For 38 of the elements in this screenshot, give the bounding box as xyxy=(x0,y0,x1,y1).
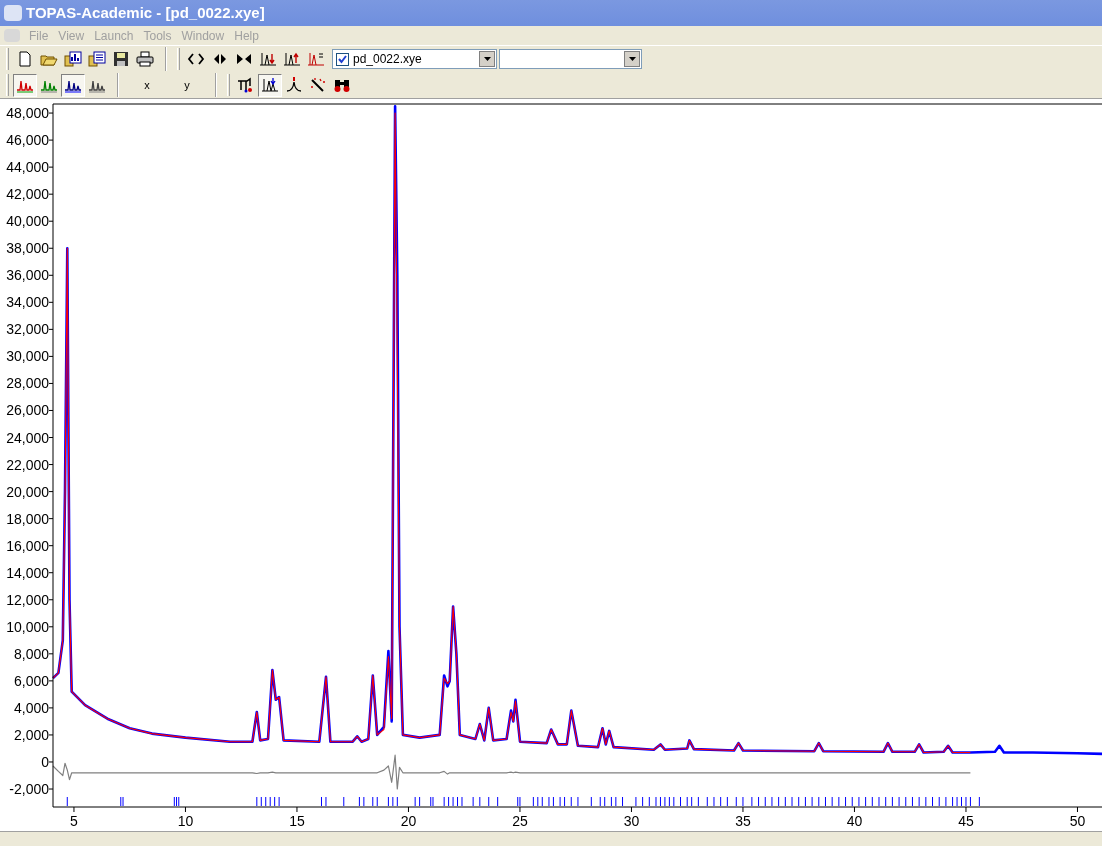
x-tick-label: 20 xyxy=(400,813,417,829)
x-tick-label: 15 xyxy=(289,813,305,829)
y-tick-label: 4,000 xyxy=(13,699,49,716)
y-tick-label: 44,000 xyxy=(6,159,49,176)
y-tick-label: 36,000 xyxy=(6,267,49,284)
y-tick-label: 38,000 xyxy=(6,240,49,257)
file-name: pd_0022.xye xyxy=(353,51,423,68)
y-tick-label: 0 xyxy=(41,754,49,770)
y-tick-label: 26,000 xyxy=(6,402,49,419)
y-tick-label: 30,000 xyxy=(6,348,49,365)
y-tick-label: 42,000 xyxy=(6,186,49,203)
y-tick-label: 2,000 xyxy=(13,726,49,743)
x-tick-label: 30 xyxy=(623,813,640,829)
y-tick-label: 32,000 xyxy=(6,321,49,338)
x-tick-label: 40 xyxy=(846,813,863,829)
x-tick-label: 25 xyxy=(512,813,528,829)
y-tick-label: 10,000 xyxy=(6,618,49,635)
y-tick-label: 24,000 xyxy=(6,429,49,446)
y-tick-label: 46,000 xyxy=(6,132,49,149)
y-tick-label: 18,000 xyxy=(6,510,49,527)
x-tick-label: 45 xyxy=(958,813,974,829)
y-tick-label: 20,000 xyxy=(6,483,49,500)
y-tick-label: 28,000 xyxy=(6,375,49,392)
y-tick-label: 40,000 xyxy=(6,213,49,230)
y-tick-label: 8,000 xyxy=(13,645,49,662)
y-tick-label: 16,000 xyxy=(6,537,49,554)
y-tick-label: 12,000 xyxy=(6,591,49,608)
y-tick-label: 22,000 xyxy=(6,456,49,473)
x-tick-label: 35 xyxy=(735,813,751,829)
y-tick-label: 6,000 xyxy=(13,672,49,689)
y-tick-label: 48,000 xyxy=(6,105,49,122)
x-tick-label: 5 xyxy=(70,813,78,829)
y-tick-label: 14,000 xyxy=(6,564,49,581)
y-tick-label: -2,000 xyxy=(9,781,49,797)
window-title: TOPAS-Academic - [pd_0022.xye] xyxy=(26,2,265,23)
y-tick-label: 34,000 xyxy=(6,294,49,311)
x-tick-label: 10 xyxy=(177,813,194,829)
x-tick-label: 50 xyxy=(1069,813,1086,829)
